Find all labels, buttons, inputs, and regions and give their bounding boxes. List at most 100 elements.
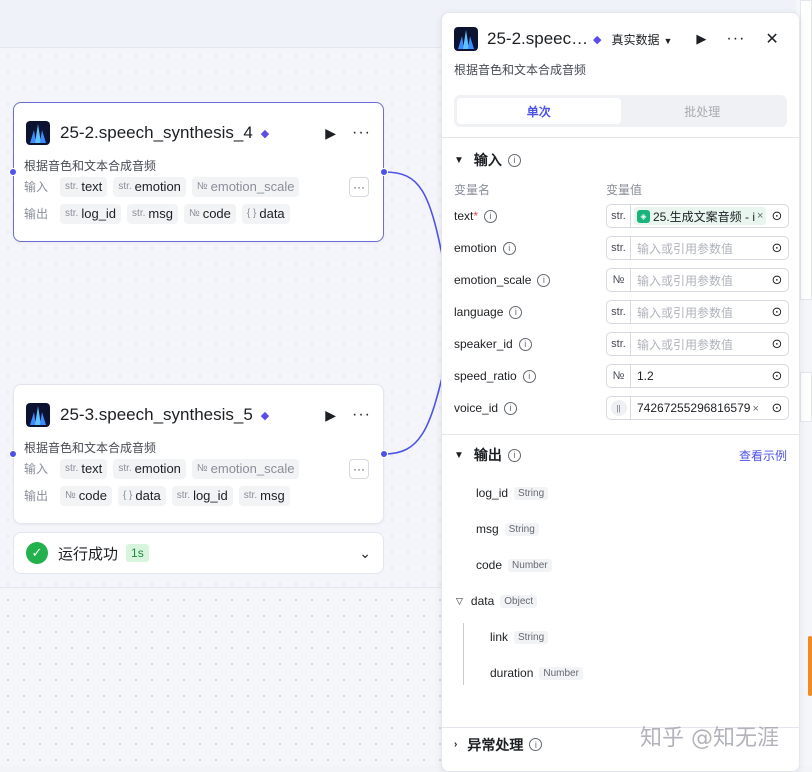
- reference-picker-icon[interactable]: ⊙: [766, 301, 788, 323]
- col-var-value: 变量值: [606, 182, 643, 197]
- reference-picker-icon[interactable]: ⊙: [766, 205, 788, 227]
- run-status-text: 运行成功: [58, 545, 119, 563]
- param-field-speaker-id[interactable]: str. 输入或引用参数值 ⊙: [606, 332, 789, 356]
- output-type-tag: String: [514, 486, 549, 500]
- node-title: 25-2.speech_synthesis_4: [60, 123, 253, 142]
- type-tag: ||: [607, 397, 631, 419]
- reference-chip[interactable]: ◈ 25.生成文案音频 - i ×: [634, 207, 766, 225]
- chevron-down-icon[interactable]: ⌄: [359, 545, 371, 562]
- info-icon[interactable]: i: [537, 273, 551, 287]
- output-field-object[interactable]: ▽ data Object: [442, 583, 799, 619]
- param-input[interactable]: 输入或引用参数值: [631, 272, 766, 289]
- input-section-header[interactable]: ▼ 输入 i: [442, 142, 799, 178]
- node2-input-handle[interactable]: [9, 450, 17, 458]
- info-icon[interactable]: i: [529, 738, 543, 751]
- param-field-language[interactable]: str. 输入或引用参数值 ⊙: [606, 300, 789, 324]
- output-type-tag: Object: [500, 594, 538, 608]
- reference-picker-icon[interactable]: ⊙: [766, 237, 788, 259]
- output-section-header[interactable]: ▼ 输出 i 查看示例: [442, 435, 799, 475]
- node1-input-handle[interactable]: [9, 168, 17, 176]
- param-field-emotion[interactable]: str. 输入或引用参数值 ⊙: [606, 236, 789, 260]
- output-field-child: duration Number: [442, 655, 799, 691]
- type-tag: str.: [607, 205, 631, 227]
- input-chip: str. text: [60, 458, 108, 479]
- run-duration-badge: 1s: [126, 544, 149, 562]
- param-name: emotion_scale i: [454, 273, 606, 287]
- type-tag: №: [607, 365, 631, 387]
- reference-picker-icon[interactable]: ⊙: [766, 269, 788, 291]
- node-input-row: 输入 str. text str. emotion № emotion_scale ·…: [14, 173, 383, 200]
- param-field-text[interactable]: str. ◈ 25.生成文案音频 - i × ⊙: [606, 204, 789, 228]
- info-icon[interactable]: i: [484, 209, 498, 223]
- node-input-row: 输入 str. text str. emotion № emotion_scale ·…: [14, 455, 383, 482]
- panel-header: 25-2.speec… ◆ 真实数据 ▼ ▶ ··· ✕: [442, 13, 799, 65]
- more-inputs-button[interactable]: ···: [349, 176, 369, 197]
- chevron-right-icon[interactable]: ›: [454, 739, 457, 750]
- close-icon[interactable]: ✕: [765, 29, 778, 49]
- floating-tab-edge[interactable]: [808, 636, 812, 696]
- background-panel-edge: [800, 0, 812, 300]
- output-chip: str. msg: [238, 485, 290, 506]
- node-more-button[interactable]: ···: [352, 406, 371, 424]
- param-input[interactable]: 1.2: [631, 369, 766, 383]
- more-inputs-button[interactable]: ···: [349, 458, 369, 479]
- info-icon[interactable]: i: [504, 401, 518, 415]
- plugin-badge-icon: ◆: [260, 409, 270, 422]
- param-row-speaker-id: speaker_id i str. 输入或引用参数值 ⊙: [442, 328, 799, 360]
- chevron-down-icon[interactable]: ▼: [454, 155, 464, 166]
- node1-output-handle[interactable]: [380, 168, 388, 176]
- required-mark: *: [473, 209, 479, 223]
- remove-icon[interactable]: ×: [757, 210, 763, 222]
- input-chip: str. text: [60, 176, 108, 197]
- view-example-link[interactable]: 查看示例: [739, 447, 787, 464]
- reference-picker-icon[interactable]: ⊙: [766, 333, 788, 355]
- node2-output-handle[interactable]: [380, 450, 388, 458]
- input-label: 输入: [24, 462, 49, 476]
- param-value[interactable]: ◈ 25.生成文案音频 - i ×: [631, 207, 766, 225]
- info-icon[interactable]: i: [518, 337, 532, 351]
- node-output-row: 输出 str. log_id str. msg № code { } data: [14, 200, 383, 227]
- node-detail-panel: 25-2.speec… ◆ 真实数据 ▼ ▶ ··· ✕ 根据音色和文本合成音频 …: [441, 12, 800, 772]
- tab-single[interactable]: 单次: [457, 98, 621, 124]
- output-label: 输出: [24, 207, 49, 221]
- chevron-down-icon[interactable]: ▼: [454, 450, 464, 461]
- param-field-emotion-scale[interactable]: № 输入或引用参数值 ⊙: [606, 268, 789, 292]
- info-icon[interactable]: i: [522, 369, 536, 383]
- output-chip: str. log_id: [60, 203, 122, 224]
- reference-picker-icon[interactable]: ⊙: [766, 397, 788, 419]
- run-node-button[interactable]: ▶: [325, 407, 336, 424]
- info-icon[interactable]: i: [507, 153, 521, 167]
- param-field-voice-id[interactable]: || 74267255296816579 × ⊙: [606, 396, 789, 420]
- info-icon[interactable]: i: [507, 448, 521, 462]
- run-status-bar[interactable]: ✓ 运行成功 1s ⌄: [13, 532, 384, 574]
- data-mode-select[interactable]: 真实数据 ▼: [611, 31, 672, 48]
- param-input[interactable]: 输入或引用参数值: [631, 304, 766, 321]
- output-type-tag: Number: [508, 558, 552, 572]
- param-field-speed-ratio[interactable]: № 1.2 ⊙: [606, 364, 789, 388]
- run-node-button[interactable]: ▶: [325, 125, 336, 142]
- info-icon[interactable]: i: [502, 241, 516, 255]
- info-icon[interactable]: i: [509, 305, 523, 319]
- chevron-down-icon[interactable]: ▽: [456, 596, 463, 607]
- output-chip: { } data: [117, 485, 166, 506]
- reference-picker-icon[interactable]: ⊙: [766, 365, 788, 387]
- output-field: code Number: [442, 547, 799, 583]
- node-speech-synthesis-4[interactable]: 25-2.speech_synthesis_4 ◆ ▶ ··· 根据音色和文本合…: [13, 102, 384, 242]
- panel-more-button[interactable]: ···: [726, 30, 745, 48]
- remove-icon[interactable]: ×: [752, 403, 758, 415]
- app-logo-icon: [26, 121, 50, 145]
- node-more-button[interactable]: ···: [352, 124, 371, 142]
- run-node-button[interactable]: ▶: [696, 31, 706, 47]
- param-value[interactable]: 74267255296816579 ×: [631, 401, 766, 415]
- output-field-child: link String: [442, 619, 799, 655]
- param-input[interactable]: 输入或引用参数值: [631, 336, 766, 353]
- param-input[interactable]: 输入或引用参数值: [631, 240, 766, 257]
- node-description: 根据音色和文本合成音频: [24, 441, 157, 455]
- plugin-badge-icon: ◆: [260, 127, 270, 140]
- tab-batch[interactable]: 批处理: [621, 98, 785, 124]
- node-speech-synthesis-5[interactable]: 25-3.speech_synthesis_5 ◆ ▶ ··· 根据音色和文本合…: [13, 384, 384, 524]
- input-chip: str. emotion: [113, 176, 186, 197]
- output-chip: { } data: [241, 203, 290, 224]
- run-mode-tabs: 单次 批处理: [454, 95, 787, 127]
- param-row-language: language i str. 输入或引用参数值 ⊙: [442, 296, 799, 328]
